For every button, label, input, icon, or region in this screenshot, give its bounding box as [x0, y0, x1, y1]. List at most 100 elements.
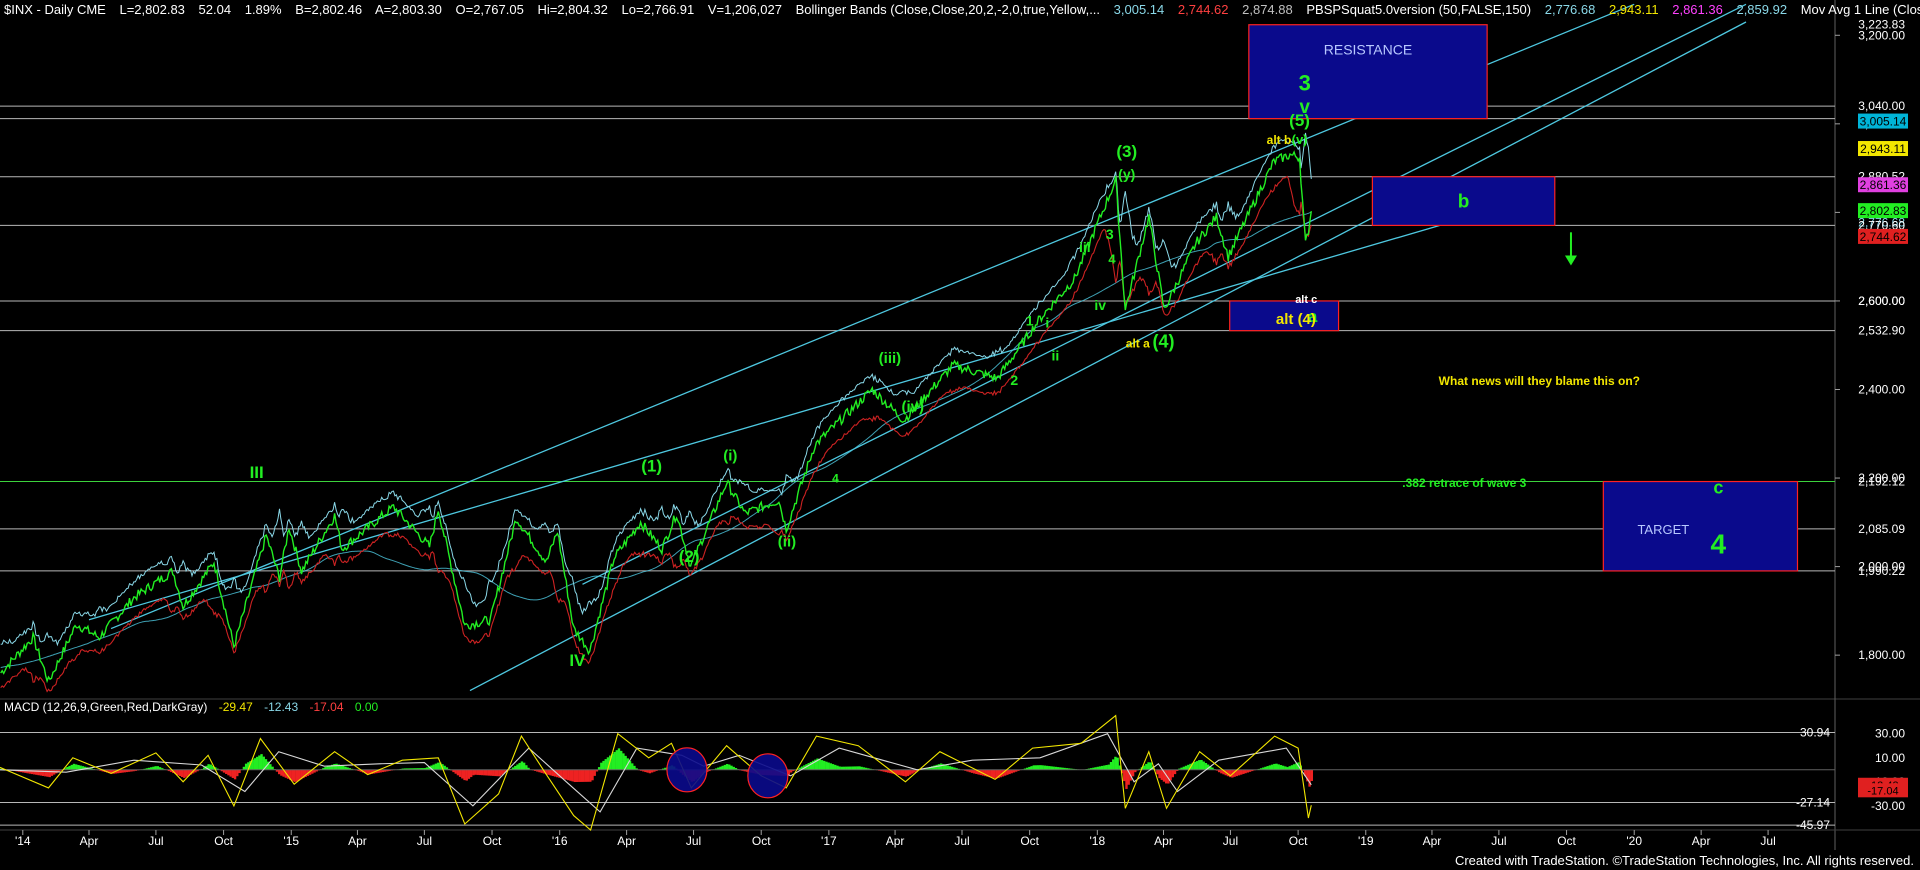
last-price: L=2,802.83 [119, 2, 185, 17]
time-axis-label: Apr [348, 834, 367, 848]
symbol-label: $INX - Daily CME [4, 2, 106, 17]
price-level-label: 2,085.09 [1858, 522, 1905, 536]
macd-histogram-bar [485, 769, 488, 776]
macd-histogram-bar [1041, 765, 1044, 770]
macd-histogram-bar [549, 769, 552, 776]
macd-histogram-bar [1202, 761, 1205, 770]
macd-histogram-bar [990, 769, 994, 778]
wave-4-box-label: 4 [1711, 528, 1727, 559]
macd-histogram-bar [492, 769, 495, 776]
wave-annotation: 3 [1106, 226, 1114, 242]
price-level-label: 2,600.00 [1858, 294, 1905, 308]
macd-histogram-bar [836, 765, 839, 770]
macd-histogram-bar [1268, 765, 1272, 770]
macd-histogram-bar [569, 769, 572, 781]
macd-histogram-bar [593, 769, 596, 776]
macd-histogram-bar [44, 769, 47, 777]
price-level-label: 1,990.22 [1858, 564, 1905, 578]
high-price: Hi=2,804.32 [537, 2, 608, 17]
time-axis-label: Apr [1154, 834, 1173, 848]
macd-histogram-bar [176, 769, 179, 776]
macd-histogram-bar [1244, 769, 1247, 774]
macd-histogram-bar [633, 765, 636, 770]
macd-histogram-bar [902, 769, 905, 777]
macd-histogram-bar [229, 769, 232, 777]
macd-axis-label: 30.00 [1875, 727, 1905, 741]
macd-histogram-bar [244, 763, 248, 770]
bb-upper-value: 3,005.14 [1113, 2, 1165, 17]
price-level-label: 2,192.12 [1858, 475, 1905, 489]
macd-histogram-bar [483, 769, 486, 776]
macd-histogram-bar [1277, 764, 1280, 770]
macd-histogram-bar [831, 764, 835, 770]
macd-histogram-bar [518, 762, 521, 770]
macd-histogram-bar [615, 750, 618, 770]
macd-histogram-bar [620, 750, 623, 770]
macd-histogram-bar [436, 762, 440, 770]
macd-histogram-bar [269, 764, 272, 770]
pbs-value-1: 2,776.68 [1544, 2, 1596, 17]
time-axis-label: Apr [80, 834, 99, 848]
macd-histogram-bar [856, 766, 859, 770]
macd-histogram-bar [992, 769, 996, 779]
macd-histogram-bar [1284, 766, 1287, 770]
macd-histogram-bar [631, 763, 634, 770]
macd-histogram-bar [1310, 769, 1314, 781]
macd-histogram-bar [1273, 763, 1276, 770]
wave-annotation: .382 retrace of wave 3 [1402, 476, 1526, 490]
macd-histogram-bar [904, 769, 908, 777]
wave-annotation: (iv) [901, 399, 924, 416]
macd-histogram-bar [589, 769, 592, 782]
macd-histogram-bar [1220, 769, 1223, 774]
macd-histogram-bar [522, 762, 526, 770]
wave-annotation: (1) [641, 456, 662, 475]
macd-histogram-bar [154, 766, 157, 770]
macd-histogram-bar [1193, 761, 1197, 770]
wave-c-box-label: c [1713, 478, 1723, 498]
macd-histogram-bar [547, 769, 550, 775]
chart-background [0, 0, 1920, 870]
macd-axis-label: 10.00 [1875, 751, 1905, 765]
macd-histogram-bar [458, 769, 462, 777]
macd-histogram-bar [37, 769, 40, 776]
macd-histogram-bar [280, 769, 283, 776]
macd-header: MACD (12,26,9,Green,Red,DarkGray) -29.47… [4, 700, 386, 714]
macd-label: MACD (12,26,9,Green,Red,DarkGray) [4, 700, 208, 714]
macd-histogram-bar [1145, 763, 1148, 770]
macd-histogram-bar [225, 769, 228, 774]
time-axis-label: '16 [552, 834, 568, 848]
time-axis-label: '19 [1358, 834, 1374, 848]
macd-histogram-bar [1123, 769, 1126, 782]
macd-histogram-bar [582, 769, 585, 782]
wave-annotation: iii [1079, 239, 1091, 255]
time-axis-label: Oct [1289, 834, 1308, 848]
macd-histogram-bar [973, 769, 976, 774]
mavg-indicator-label: Mov Avg 1 Line (Clos... [1800, 2, 1920, 17]
macd-histogram-bar [1048, 766, 1051, 770]
low-price: Lo=2,766.91 [621, 2, 695, 17]
macd-histogram-bar [209, 764, 213, 770]
time-axis-label: Jul [954, 834, 969, 848]
macd-histogram-bar [911, 769, 914, 774]
macd-histogram-bar [946, 765, 949, 770]
macd-histogram-bar [1279, 765, 1283, 770]
macd-histogram-bar [900, 769, 903, 776]
macd-histogram-bar [487, 769, 491, 776]
macd-histogram-bar [75, 764, 78, 770]
time-axis-label: Oct [214, 834, 233, 848]
macd-histogram-bar [525, 765, 528, 770]
wave-annotation: (i) [723, 447, 737, 464]
macd-histogram-bar [341, 765, 345, 770]
macd-histogram-bar [580, 769, 583, 782]
macd-histogram-bar [50, 769, 54, 776]
macd-histogram-bar [1131, 769, 1135, 777]
time-axis-label: '18 [1090, 834, 1106, 848]
macd-histogram-bar [600, 762, 603, 770]
macd-histogram-bar [39, 769, 43, 776]
macd-histogram-bar [474, 769, 477, 775]
macd-histogram-bar [1173, 769, 1177, 775]
macd-histogram-bar [573, 769, 577, 783]
macd-axis-label: -30.00 [1871, 799, 1905, 813]
macd-histogram-bar [1198, 760, 1201, 770]
macd-histogram-bar [494, 769, 497, 777]
